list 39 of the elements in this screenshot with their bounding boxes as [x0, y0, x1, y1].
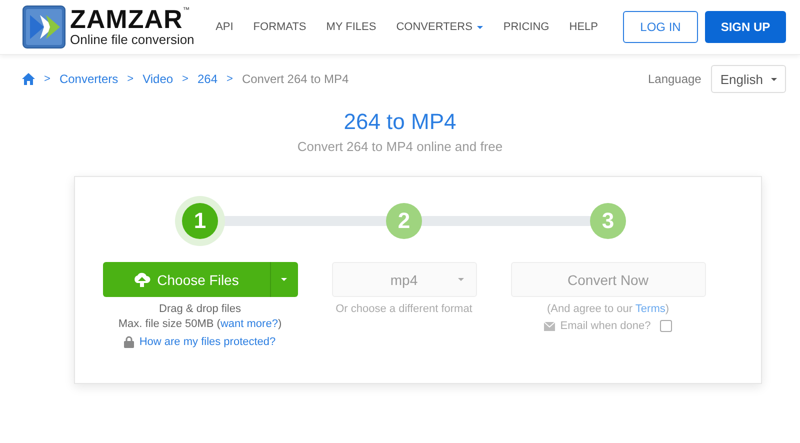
nav-link[interactable]: API	[216, 21, 234, 33]
nav-link[interactable]: FORMATS	[253, 21, 306, 33]
breadcrumb-separator: >	[127, 73, 134, 85]
logo-wordmark[interactable]: ZAMZAR	[70, 6, 183, 32]
nav-link[interactable]: HELP	[569, 21, 598, 33]
step-number: 2	[386, 203, 422, 239]
language-dropdown[interactable]: English	[711, 65, 786, 93]
choose-files-button[interactable]: Choose Files	[102, 262, 270, 297]
breadcrumb-link[interactable]: Video	[142, 72, 174, 86]
email-label: Email when done?	[560, 320, 651, 332]
breadcrumb-link[interactable]: Converters	[59, 72, 118, 86]
breadcrumb-separator: >	[182, 73, 188, 85]
upload-cloud-icon	[133, 272, 152, 288]
breadcrumb-link[interactable]: 264	[197, 72, 218, 86]
files-protected-link[interactable]: How are my files protected?	[139, 336, 276, 348]
want-more-link[interactable]: want more?	[220, 318, 278, 330]
caret-icon	[477, 26, 484, 28]
lock-icon	[124, 336, 134, 348]
logo-tagline: Online file conversion	[70, 32, 194, 48]
login-button[interactable]: LOG IN	[623, 11, 698, 43]
nav-link[interactable]: PRICING	[503, 21, 550, 33]
envelope-icon	[544, 322, 556, 330]
terms-text: (And agree to our Terms)	[546, 303, 670, 315]
step-number: 1	[182, 203, 218, 239]
nav-link[interactable]: CONVERTERS	[396, 21, 484, 33]
language-label: Language	[648, 72, 702, 86]
signup-button[interactable]: SIGN UP	[705, 11, 786, 43]
page-title: 264 to MP4	[342, 109, 458, 135]
breadcrumb-separator: >	[226, 73, 233, 85]
step-number: 3	[590, 203, 626, 239]
format-hint: Or choose a different format	[336, 303, 472, 315]
page-subtitle: Convert 264 to MP4 online and free	[296, 139, 504, 154]
max-size-text: Max. file size 50MB (want more?)	[118, 318, 282, 330]
breadcrumb-current: Convert 264 to MP4	[242, 72, 349, 86]
home-icon[interactable]	[22, 73, 35, 85]
drag-drop-text: Drag & drop files	[159, 303, 241, 315]
logo-icon[interactable]	[22, 5, 66, 49]
breadcrumb-separator: >	[44, 73, 50, 85]
nav-link[interactable]: MY FILES	[326, 21, 376, 33]
